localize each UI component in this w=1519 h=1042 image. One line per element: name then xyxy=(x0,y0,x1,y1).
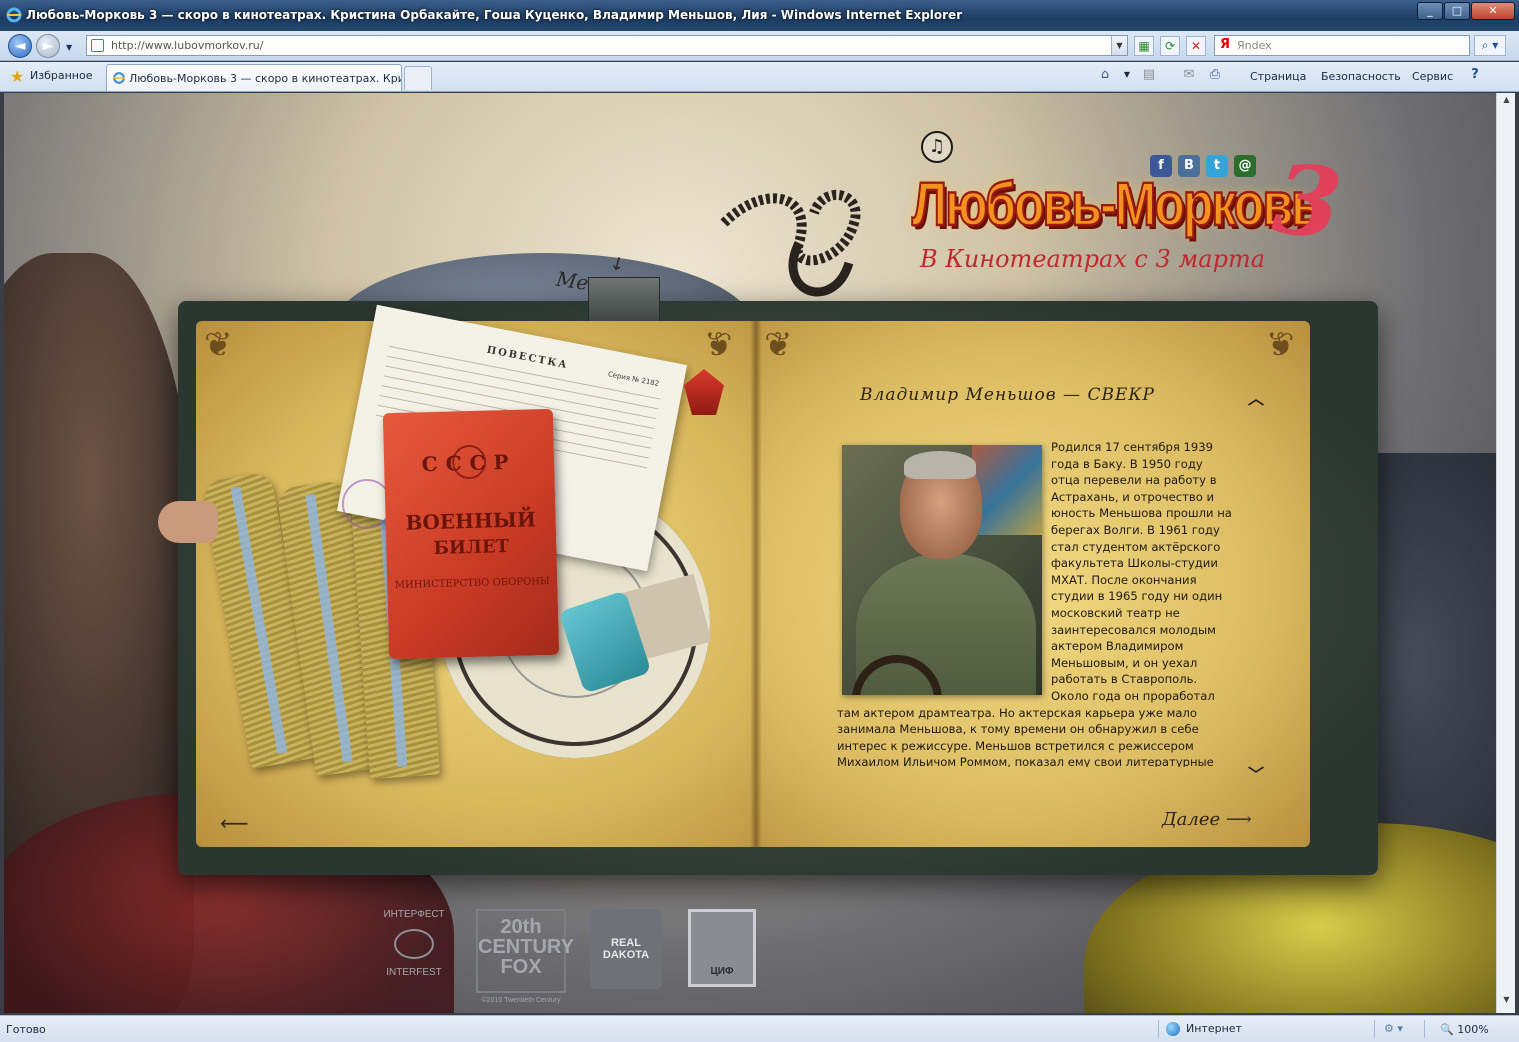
close-button[interactable]: ✕ xyxy=(1471,2,1515,20)
movie-logo[interactable]: Любовь-Морковь xyxy=(911,169,1323,240)
window-controls: _ □ ✕ xyxy=(1417,2,1515,20)
new-tab-button[interactable] xyxy=(404,66,432,90)
fox-copyright: ©2010 Twentieth Century Fox xyxy=(481,997,561,1004)
help-icon[interactable]: ? xyxy=(1466,66,1484,84)
scroll-down-arrow-icon[interactable]: ﹀ xyxy=(1248,761,1264,785)
page-menu[interactable]: Страница xyxy=(1250,70,1306,83)
forward-button[interactable]: ► xyxy=(36,34,60,58)
corner-ornament-icon: ❦ xyxy=(1266,325,1295,365)
book-bookmark-tab[interactable] xyxy=(588,277,660,323)
book-spine xyxy=(750,321,762,847)
card-title-1: ВОЕННЫЙ xyxy=(405,507,537,535)
history-dropdown-icon[interactable]: ▼ xyxy=(66,43,72,52)
background-hand xyxy=(158,501,218,543)
release-tagline: В Кинотеатрах с 3 марта xyxy=(920,245,1266,273)
zoom-level[interactable]: 🔍 100% xyxy=(1440,1023,1489,1036)
scroll-up-icon[interactable]: ▲ xyxy=(1499,95,1514,111)
favorites-button[interactable]: Избранное xyxy=(30,69,92,82)
address-bar[interactable]: http://www.lubovmorkov.ru/ ▼ xyxy=(86,35,1128,56)
page-viewport: ↙ Меню ♫ f B t @ Любовь-Морковь 3 В Кино… xyxy=(4,93,1496,1013)
home-icon[interactable]: ⌂ xyxy=(1096,66,1114,84)
actor-title: Владимир Меньшов — СВЕКР xyxy=(860,385,1155,405)
prev-page-arrow[interactable]: ⟵ xyxy=(220,811,249,835)
yandex-logo-icon: Я xyxy=(1220,37,1231,52)
fox-label: 20th CENTURY FOX xyxy=(478,916,574,978)
interfest-mark-icon xyxy=(394,929,434,959)
corner-ornament-icon: ❦ xyxy=(764,325,793,365)
favorites-bar: ★ Избранное Любовь-Морковь 3 — скоро в к… xyxy=(0,62,1519,92)
safety-menu[interactable]: Безопасность xyxy=(1321,70,1401,83)
home-dropdown-icon[interactable]: ▼ xyxy=(1118,66,1136,84)
tools-menu[interactable]: Сервис xyxy=(1412,70,1453,83)
stop-icon[interactable]: ✕ xyxy=(1186,36,1206,56)
corner-ornament-icon: ❦ xyxy=(204,325,233,365)
window-title: Любовь-Морковь 3 — скоро в кинотеатрах. … xyxy=(26,8,963,22)
address-dropdown-icon[interactable]: ▼ xyxy=(1111,36,1127,55)
title-bar: Любовь-Морковь 3 — скоро в кинотеатрах. … xyxy=(0,0,1519,31)
ie-logo-icon xyxy=(6,7,22,23)
status-text: Готово xyxy=(6,1023,46,1036)
favorites-star-icon[interactable]: ★ xyxy=(10,67,24,86)
page-icon xyxy=(91,39,104,52)
movie-logo-number: 3 xyxy=(1268,141,1347,262)
back-button[interactable]: ◄ xyxy=(8,34,32,58)
search-box[interactable]: Я Яndex xyxy=(1214,35,1470,56)
protected-mode-icon[interactable]: ⚙ ▾ xyxy=(1384,1022,1403,1035)
interfest-logo[interactable]: ИНТЕРФЕСТ INTERFEST xyxy=(372,909,456,979)
fox-logo[interactable]: 20th CENTURY FOX ©2010 Twentieth Century… xyxy=(476,909,574,1004)
music-toggle-button[interactable]: ♫ xyxy=(921,131,953,163)
security-zone[interactable]: Интернет xyxy=(1166,1022,1242,1036)
scroll-up-arrow-icon[interactable]: ︿ xyxy=(1248,385,1264,409)
interfest-bottom-label: INTERFEST xyxy=(386,967,442,978)
ie-tab-icon xyxy=(112,72,126,84)
cif-logo[interactable]: ЦИФ xyxy=(688,909,756,987)
vertical-scrollbar[interactable]: ▲ ▼ xyxy=(1496,93,1515,1013)
minimize-button[interactable]: _ xyxy=(1417,2,1443,20)
scroll-down-icon[interactable]: ▼ xyxy=(1499,995,1514,1011)
search-placeholder[interactable]: Яndex xyxy=(1237,39,1272,52)
next-page-link[interactable]: Далее ⟶ xyxy=(1162,809,1252,830)
real-dakota-logo[interactable]: REAL DAKOTA xyxy=(590,909,662,989)
navigation-bar: ◄ ► ▼ http://www.lubovmorkov.ru/ ▼ ▦ ⟳ ✕… xyxy=(0,31,1519,61)
refresh-icon[interactable]: ⟳ xyxy=(1160,36,1180,56)
card-title-2: БИЛЕТ xyxy=(433,536,510,559)
feeds-icon[interactable]: ▤ xyxy=(1140,66,1158,84)
interfest-top-label: ИНТЕРФЕСТ xyxy=(383,909,445,920)
status-bar: Готово Интернет ⚙ ▾ 🔍 100% xyxy=(0,1015,1519,1042)
tab-title: Любовь-Морковь 3 — скоро в кинотеатрах. … xyxy=(129,72,402,85)
corner-ornament-icon: ❦ xyxy=(704,325,733,365)
maximize-button[interactable]: □ xyxy=(1444,2,1470,20)
military-id-card: СССР ВОЕННЫЙ БИЛЕТ МИНИСТЕРСТВО ОБОРОНЫ xyxy=(382,408,560,660)
card-ministry: МИНИСТЕРСТВО ОБОРОНЫ xyxy=(394,575,550,592)
tab-lubovmorkov[interactable]: Любовь-Морковь 3 — скоро в кинотеатрах. … xyxy=(106,64,402,91)
search-button[interactable]: ⌕ ▾ xyxy=(1474,35,1506,56)
address-url[interactable]: http://www.lubovmorkov.ru/ xyxy=(111,39,263,52)
actor-portrait xyxy=(842,445,1042,695)
compatibility-icon[interactable]: ▦ xyxy=(1134,36,1154,56)
mail-icon[interactable]: ✉ xyxy=(1180,66,1198,84)
card-country: СССР xyxy=(421,449,517,477)
print-icon[interactable]: ⎙ xyxy=(1206,66,1224,84)
